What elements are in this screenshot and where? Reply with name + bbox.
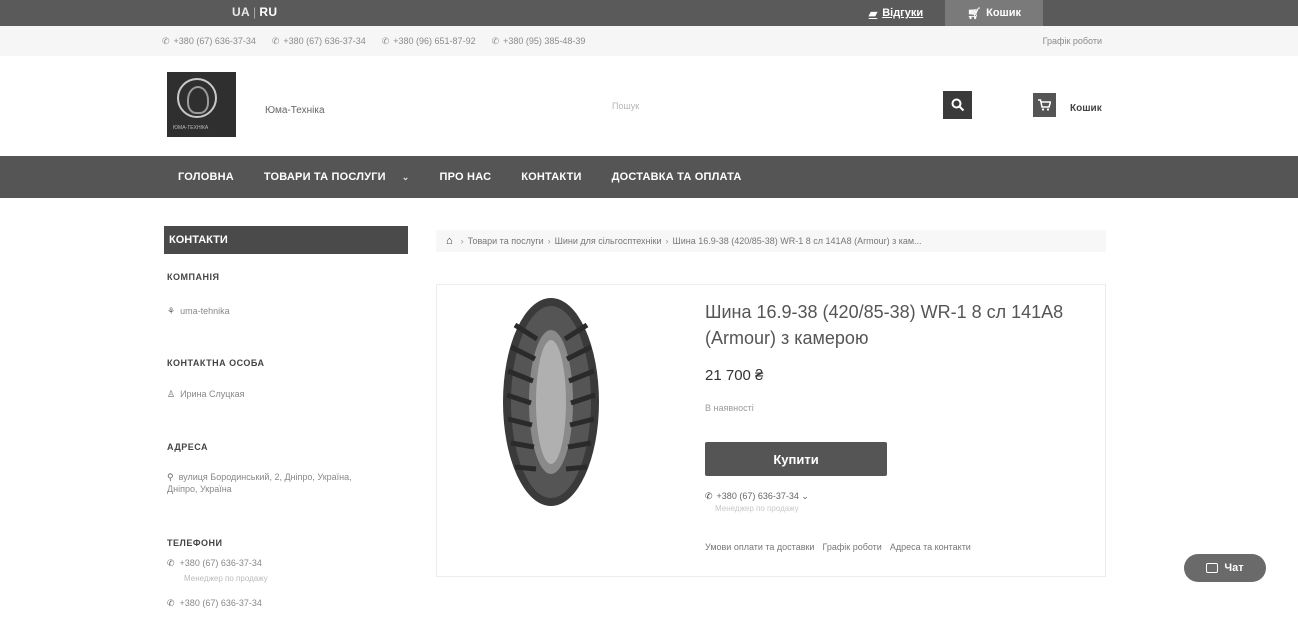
chat-icon (1206, 563, 1219, 573)
nav-label: ДОСТАВКА ТА ОПЛАТА (611, 171, 742, 183)
reviews-link[interactable]: ▰ Відгуки (857, 0, 935, 26)
phone-number: +380 (67) 636-37-34 (283, 36, 366, 46)
contacts-strip: ✆ +380 (67) 636-37-34 ✆ +380 (67) 636-37-3… (0, 26, 1298, 56)
product-info-links: Умови оплати та доставки Графік роботи А… (705, 542, 971, 552)
phone-note: Менеджер по продажу (184, 574, 268, 583)
top-cart-link[interactable]: 🛒︎ Кошик (945, 0, 1043, 26)
product-phone[interactable]: ✆ +380 (67) 636-37-34 ⌄ (705, 491, 809, 502)
search-icon (951, 98, 964, 112)
nav-label: ТОВАРИ ТА ПОСЛУГИ (263, 171, 386, 183)
phone-number: +380 (67) 636-37-34 (179, 598, 262, 608)
person-name: Ирина Слуцкая (180, 389, 245, 399)
chevron-down-icon: ⌄ (401, 171, 410, 182)
person-value: ♙ Ирина Слуцкая (167, 389, 244, 400)
home-icon[interactable]: ⌂ (446, 235, 453, 247)
product-card: Шина 16.9-38 (420/85-38) WR-1 8 сл 141A8… (436, 284, 1106, 577)
phone-icon: ✆ (271, 36, 280, 46)
phone-list: ✆ +380 (67) 636-37-34 ✆ +380 (67) 636-37-3… (162, 36, 585, 47)
breadcrumb-item[interactable]: Товари та послуги (468, 236, 544, 246)
reviews-label: Відгуки (882, 7, 924, 19)
search-button[interactable] (943, 91, 972, 119)
address-text: вулиця Бородинський, 2, Дніпро, Україна, (178, 472, 352, 482)
phone-icon: ✆ (167, 598, 175, 608)
cart-icon (1038, 99, 1051, 111)
address-contacts-link[interactable]: Адреса та контакти (890, 542, 971, 552)
nav-item-home[interactable]: ГОЛОВНА (178, 171, 234, 183)
company-value[interactable]: ⚘ uma-tehnika (167, 306, 230, 317)
breadcrumb-current: Шина 16.9-38 (420/85-38) WR-1 8 сл 141А8… (672, 236, 922, 246)
logo-emblem-icon (177, 78, 217, 118)
product-phone-note: Менеджер по продажу (715, 504, 799, 513)
phone-number: +380 (96) 651-87-92 (393, 36, 476, 46)
address-line-1: ⚲ вулиця Бородинський, 2, Дніпро, Україна… (167, 472, 352, 483)
nav-item-about[interactable]: ПРО НАС (440, 171, 492, 183)
cart-button[interactable] (1033, 93, 1056, 117)
top-bar: UA | RU ▰ Відгуки 🛒︎ Кошик (0, 0, 1298, 26)
schedule-link[interactable]: Графік роботи (1043, 36, 1102, 46)
nav-label: ПРО НАС (439, 171, 492, 183)
phone-icon: ✆ (167, 558, 175, 568)
cart-label[interactable]: Кошик (1070, 103, 1102, 114)
nav-item-delivery[interactable]: ДОСТАВКА ТА ОПЛАТА (612, 171, 742, 183)
search-input[interactable] (612, 96, 928, 116)
sidebar-phone-2[interactable]: ✆ +380 (67) 636-37-34 (167, 598, 262, 609)
product-image[interactable] (501, 295, 601, 509)
nav-item-products[interactable]: ТОВАРИ ТА ПОСЛУГИ ⌄ (264, 171, 410, 183)
top-links: ▰ Відгуки 🛒︎ Кошик (857, 0, 1298, 26)
chat-button[interactable]: Чат (1184, 554, 1266, 582)
language-switcher: UA | RU (232, 5, 277, 19)
nav-item-contacts[interactable]: КОНТАКТИ (521, 171, 581, 183)
phone-number: +380 (67) 636-37-34 (173, 36, 256, 46)
cart-icon: 🛒︎ (967, 7, 982, 20)
product-price: 21 700 ₴ (705, 367, 764, 384)
sidebar-title: КОНТАКТИ (164, 226, 408, 254)
phone-item[interactable]: ✆ +380 (96) 651-87-92 (382, 36, 476, 47)
person-heading: КОНТАКТНА ОСОБА (167, 358, 265, 368)
lang-ru[interactable]: RU (259, 5, 277, 19)
buy-button[interactable]: Купити (705, 442, 887, 476)
phone-icon: ✆ (705, 491, 713, 501)
company-name-value: uma-tehnika (180, 306, 230, 316)
company-name[interactable]: Юма-Техніка (265, 105, 325, 116)
phone-number: +380 (67) 636-37-34 (179, 558, 262, 568)
address-heading: АДРЕСА (167, 442, 209, 452)
logo-text: ЮМА-ТЕХНІКА (173, 125, 209, 131)
address-line-2: Дніпро, Україна (167, 484, 232, 494)
nav-label: КОНТАКТИ (521, 171, 582, 183)
breadcrumb: ⌂ › Товари та послуги › Шини для сільгос… (436, 230, 1106, 252)
comment-icon: ▰ (868, 7, 878, 20)
breadcrumb-separator: › (665, 236, 669, 246)
sitemap-icon: ⚘ (167, 306, 176, 316)
phones-heading: ТЕЛЕФОНИ (167, 538, 223, 548)
user-icon: ♙ (167, 389, 176, 399)
lang-ua[interactable]: UA (232, 5, 250, 19)
stock-status: В наявності (705, 403, 754, 413)
lang-separator: | (252, 5, 257, 19)
nav-items: ГОЛОВНА ТОВАРИ ТА ПОСЛУГИ ⌄ ПРО НАС КОНТА… (178, 156, 772, 198)
phone-item[interactable]: ✆ +380 (67) 636-37-34 (162, 36, 256, 47)
top-cart-label: Кошик (986, 7, 1021, 19)
phone-dropdown-icon: ⌄ (798, 491, 809, 501)
payment-delivery-link[interactable]: Умови оплати та доставки (705, 542, 814, 552)
phone-item[interactable]: ✆ +380 (67) 636-37-34 (272, 36, 366, 47)
chat-label: Чат (1224, 562, 1244, 574)
phone-icon: ✆ (491, 36, 500, 46)
location-pin-icon: ⚲ (167, 472, 174, 482)
phone-icon: ✆ (381, 36, 390, 46)
logo[interactable]: ЮМА-ТЕХНІКА (167, 72, 236, 137)
main-nav: ГОЛОВНА ТОВАРИ ТА ПОСЛУГИ ⌄ ПРО НАС КОНТА… (0, 156, 1298, 198)
breadcrumb-separator: › (460, 236, 464, 246)
phone-number: +380 (67) 636-37-34 (716, 491, 799, 501)
sidebar-phone-1[interactable]: ✆ +380 (67) 636-37-34 (167, 558, 262, 569)
breadcrumb-item[interactable]: Шини для сільгосптехніки (555, 236, 662, 246)
company-heading: КОМПАНІЯ (167, 272, 220, 282)
nav-label: ГОЛОВНА (178, 171, 234, 183)
phone-number: +380 (95) 385-48-39 (503, 36, 586, 46)
phone-icon: ✆ (162, 36, 170, 46)
contacts-sidebar: КОНТАКТИ КОМПАНІЯ ⚘ uma-tehnika КОНТАКТНА… (164, 226, 408, 608)
phone-item[interactable]: ✆ +380 (95) 385-48-39 (492, 36, 586, 47)
product-title: Шина 16.9-38 (420/85-38) WR-1 8 сл 141A8… (705, 302, 1064, 348)
schedule-link[interactable]: Графік роботи (822, 542, 881, 552)
breadcrumb-separator: › (547, 236, 551, 246)
